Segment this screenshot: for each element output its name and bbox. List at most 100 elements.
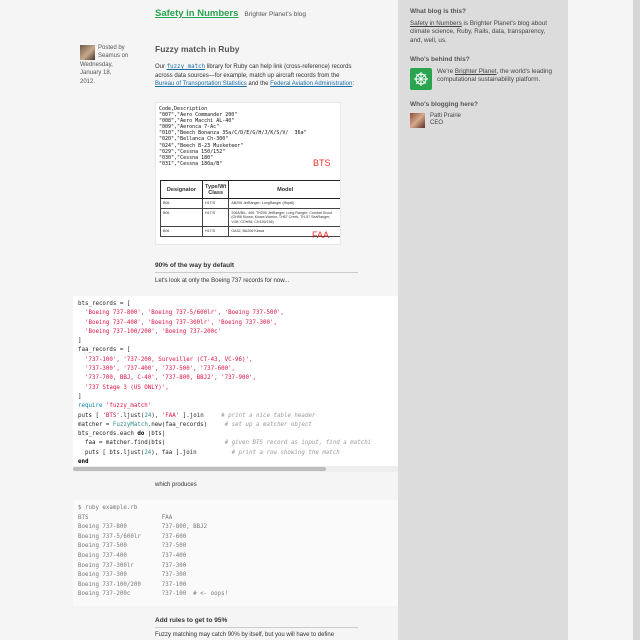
code-token: # set up a matcher object	[224, 421, 312, 428]
table-cell: 206A/B/L, 406, TH206 JetRanger; Long Ran…	[228, 207, 340, 228]
code-token: # print a row showing the match	[231, 449, 340, 456]
bts-faa-figure: Code,Description "007","Aero Commander 2…	[155, 102, 341, 245]
code-line: 'Boeing 737-100/200', 'Boeing 737-200c'	[78, 328, 393, 337]
code-token: 'fuzzy_match'	[105, 403, 152, 410]
table-cell: AB206 JetRanger; LongRanger (Hkpt6)	[228, 198, 340, 209]
code-token: require	[78, 403, 106, 410]
code-token: 'Boeing 737-400', 'Boeing 737-300lr', 'B…	[78, 319, 277, 326]
author-avatar	[80, 45, 95, 60]
blog-header: Safety in Numbers Brighter Planet's blog	[155, 8, 306, 19]
section-text: Fuzzy matching may catch 90% by itself, …	[155, 632, 335, 638]
code-line: '737-100', '737-200, Surveiller (CT-43, …	[78, 356, 393, 365]
code-line: '737-300', '737-400', '737-500', '737-60…	[78, 365, 393, 374]
code-token: bts_records.each	[78, 431, 138, 438]
fuzzy-match-link[interactable]: fuzzy_match	[167, 64, 205, 70]
table-header: Designator	[160, 180, 203, 199]
intro-text: Our	[155, 64, 167, 70]
intro-text: and the	[246, 81, 271, 88]
code-line: faa_records = [	[78, 346, 393, 355]
output-line: Boeing 737-5/600lr 737-600	[78, 533, 187, 540]
output-line: Boeing 737-200c 737-100 # <- oops!	[78, 591, 229, 598]
table-cell: B06	[160, 207, 203, 228]
bts-link[interactable]: Bureau of Transportation Statistics	[155, 81, 247, 87]
code-token: puts [ bts.ljust(	[78, 449, 145, 456]
code-token: 'Boeing 737-100/200', 'Boeing 737-200c'	[78, 328, 222, 335]
output-line: Boeing 737-500 737-500	[78, 543, 187, 550]
sidebar-text: We're	[437, 67, 455, 75]
code-line: faa = matcher.find(bts) # given BTS reco…	[78, 439, 393, 448]
bts-code-listing: Code,Description "007","Aero Commander 2…	[159, 106, 307, 167]
sidebar-heading: Who's blogging here?	[410, 100, 478, 108]
brighter-planet-logo-icon[interactable]	[410, 67, 432, 90]
post-meta-line: 2012.	[80, 78, 96, 85]
post-meta-line: January 18,	[80, 70, 112, 77]
brighter-planet-link[interactable]: Brighter Planet	[455, 68, 497, 75]
section-text: which produces	[155, 482, 197, 488]
code-line: '737 Stage 3 (US ONLY)',	[78, 384, 393, 393]
code-token: ),	[151, 412, 162, 419]
code-line: puts [ 'BTS'.ljust(24), 'FAA' ].join # p…	[78, 412, 393, 421]
code-token: FuzzyMatch	[112, 421, 148, 428]
faa-table: Designator Type/Wt Class Model B06 H1T/S…	[160, 180, 340, 238]
code-token: 'FAA'	[161, 412, 180, 419]
output-line: Boeing 737-400 737-400	[78, 552, 187, 559]
output-line: Boeing 737-300 737-300	[78, 572, 187, 579]
code-token: '737-100', '737-200, Surveiller (CT-43, …	[78, 356, 253, 363]
code-token: ].join	[179, 412, 222, 419]
code-token: # print a nice table header	[221, 412, 316, 419]
code-line: bts_records = [	[78, 300, 393, 309]
code-token: end	[78, 459, 89, 466]
blog-tagline: Brighter Planet's blog	[244, 11, 307, 18]
code-line: bts_records.each do |bts|	[78, 430, 393, 439]
post-title: Fuzzy match in Ruby	[155, 44, 240, 54]
sidebar: What blog is this? Safety in Numbers is …	[398, 0, 568, 640]
code-token: '737 Stage 3 (US ONLY)',	[78, 384, 169, 391]
code-token: # given BTS record as input, find a matc…	[224, 440, 372, 447]
code-token: matcher =	[78, 421, 113, 428]
faa-link[interactable]: Federal Aviation Administration	[270, 81, 352, 87]
table-row: B06 H1T/S AB206 JetRanger; LongRanger (H…	[160, 198, 340, 209]
author-name: Patti Prairie	[430, 112, 462, 119]
output-line: $ ruby example.rb	[78, 505, 138, 511]
section-heading: Add rules to get to 95%	[155, 617, 358, 628]
code-line: ]	[78, 337, 393, 346]
code-token: ]	[78, 338, 82, 345]
section-text: Let's look at only the Boeing 737 record…	[155, 278, 290, 284]
table-row: B06 H1T/S 206A/B/L, 406, TH206 JetRanger…	[160, 207, 340, 228]
output-code-block: $ ruby example.rb BTS FAA Boeing 737-800 7…	[73, 500, 398, 606]
code-token: bts_records = [	[78, 301, 131, 307]
intro-paragraph: Our fuzzy_match library for Ruby can hel…	[155, 63, 355, 89]
window-scrollbar[interactable]	[633, 0, 640, 640]
right-margin	[568, 0, 640, 640]
bts-label: BTS	[313, 158, 331, 168]
sidebar-author-row: Patti Prairie CEO	[410, 112, 556, 128]
section-heading: 90% of the way by default	[155, 262, 358, 273]
post-meta-line: Wednesday,	[80, 61, 113, 68]
code-line: 'Boeing 737-800', 'Boeing 737-5/600lr', …	[78, 309, 393, 318]
article: Fuzzy match in Ruby Our fuzzy_match libr…	[155, 44, 355, 89]
code-scrollbar-thumb[interactable]	[73, 467, 326, 471]
code-line: ]	[78, 393, 393, 402]
table-cell: H1T/S	[201, 207, 230, 228]
code-line: '737-700, BBJ, C-40', '737-800, BBJ2', '…	[78, 374, 393, 383]
code-token: faa = matcher.find(bts)	[78, 440, 225, 447]
blog-name-link[interactable]: Safety in Numbers	[410, 20, 462, 27]
code-token: '737-300', '737-400', '737-500', '737-60…	[78, 366, 236, 373]
code-line: matcher = FuzzyMatch.new(faa_records) # …	[78, 421, 393, 430]
code-token: ]	[78, 393, 82, 400]
ruby-code-block: bts_records = [ 'Boeing 737-800', 'Boein…	[73, 296, 398, 472]
code-token: puts [	[78, 412, 103, 419]
code-token: .new(faa_records)	[147, 421, 225, 428]
code-line: require 'fuzzy_match'	[78, 402, 393, 411]
code-token: 'Boeing 737-800', 'Boeing 737-5/600lr', …	[78, 310, 284, 317]
page: Safety in Numbers Brighter Planet's blog…	[0, 0, 640, 640]
faa-label: FAA	[312, 230, 330, 240]
code-token: .ljust(	[119, 412, 145, 419]
table-cell: H1T/S	[201, 226, 230, 238]
code-token: |bts|	[144, 431, 166, 438]
blog-title-link[interactable]: Safety in Numbers	[155, 8, 238, 19]
output-line: Boeing 737-300lr 737-300	[78, 562, 187, 569]
sidebar-heading: Who's behind this?	[410, 55, 470, 63]
output-line: Boeing 737-800 737-800, BBJ2	[78, 524, 208, 531]
output-line: Boeing 737-100/200 737-100	[78, 581, 187, 588]
